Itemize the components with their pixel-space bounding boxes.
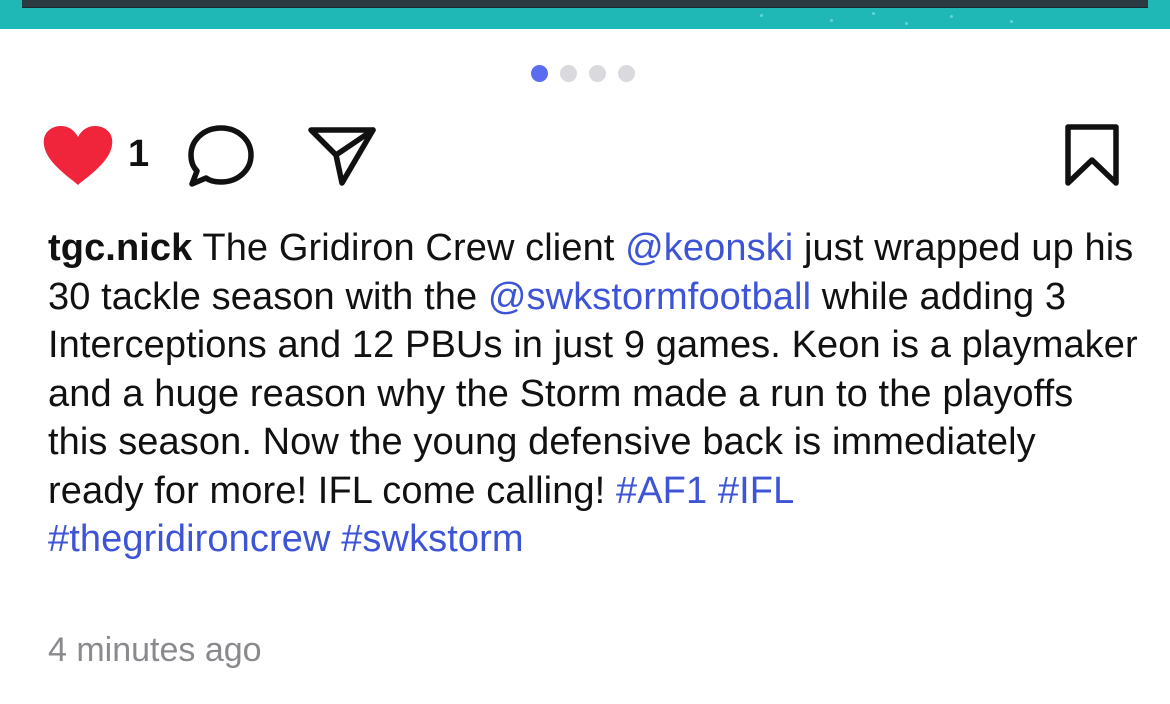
post-view: 1 tgc.nick The Gridiron Crew client @keo… — [0, 0, 1170, 704]
like-count[interactable]: 1 — [128, 133, 149, 176]
bookmark-icon[interactable] — [1062, 123, 1122, 187]
mention-link[interactable]: @keonski — [625, 227, 793, 269]
pager-dot-1[interactable] — [531, 65, 548, 82]
speech-bubble-icon[interactable] — [186, 123, 256, 189]
media-speckle — [950, 15, 953, 18]
post-username[interactable]: tgc.nick — [48, 227, 192, 269]
caption-text — [331, 518, 342, 560]
media-speckle — [760, 14, 763, 17]
heart-filled-icon[interactable] — [42, 125, 114, 187]
media-speckle — [1010, 20, 1013, 23]
hashtag-link[interactable]: #swkstorm — [341, 518, 523, 560]
post-media[interactable] — [0, 0, 1170, 29]
post-timestamp: 4 minutes ago — [48, 631, 262, 669]
hashtag-link[interactable]: #AF1 — [616, 470, 707, 512]
caption-text: The Gridiron Crew client — [192, 227, 626, 269]
carousel-pager — [531, 65, 635, 82]
media-photo-edge — [22, 0, 1148, 8]
pager-dot-2[interactable] — [560, 65, 577, 82]
media-speckle — [905, 22, 908, 25]
caption-text — [707, 470, 718, 512]
action-bar: 1 — [0, 120, 1170, 190]
pager-dot-4[interactable] — [618, 65, 635, 82]
hashtag-link[interactable]: #thegridironcrew — [48, 518, 331, 560]
paper-plane-icon[interactable] — [306, 123, 378, 187]
media-speckle — [830, 19, 833, 22]
hashtag-link[interactable]: #IFL — [718, 470, 794, 512]
pager-dot-3[interactable] — [589, 65, 606, 82]
media-speckle — [872, 12, 875, 15]
post-caption: tgc.nick The Gridiron Crew client @keons… — [48, 224, 1138, 564]
mention-link[interactable]: @swkstormfootball — [488, 276, 811, 318]
